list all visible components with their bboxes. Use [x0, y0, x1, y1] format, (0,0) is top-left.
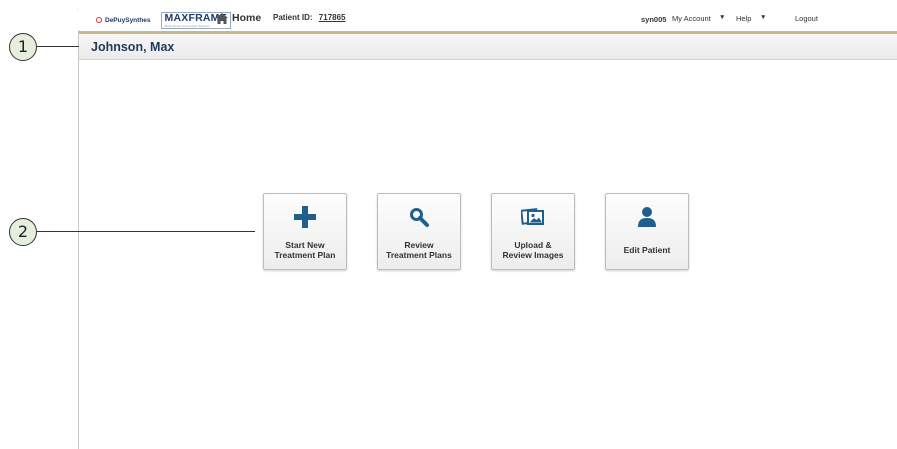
review-treatment-plans-button[interactable]: Review Treatment Plans: [377, 193, 461, 270]
callout-1: 1: [9, 33, 37, 61]
callout-2: 2: [9, 218, 37, 246]
callout-1-leader-line: [37, 46, 79, 48]
depuy-synthes-logo: DePuySynthes: [96, 17, 151, 24]
callout-2-leader-line: [37, 231, 255, 233]
product-tagline: Multi-Axial Correction System: [164, 23, 210, 28]
patient-name: Johnson, Max: [91, 40, 175, 54]
patient-header-bar: Johnson, Max: [79, 34, 897, 60]
images-icon: [521, 208, 544, 225]
home-label: Home: [232, 12, 262, 24]
my-account-dropdown-icon[interactable]: ▼: [719, 14, 725, 21]
start-new-treatment-plan-label: Start New Treatment Plan: [274, 240, 336, 260]
logout-link[interactable]: Logout: [795, 14, 818, 23]
upload-review-images-button[interactable]: Upload & Review Images: [491, 193, 575, 270]
home-icon: [216, 12, 228, 24]
patient-id-label: Patient ID:: [273, 13, 313, 22]
upload-review-images-label: Upload & Review Images: [502, 240, 564, 260]
edit-patient-button[interactable]: Edit Patient: [605, 193, 689, 270]
depuy-synthes-mark-icon: [96, 17, 102, 24]
company-name: DePuySynthes: [105, 16, 151, 24]
username: syn005: [641, 15, 667, 24]
search-icon: [410, 208, 429, 227]
patient-id: Patient ID: 717865: [273, 13, 346, 22]
help-link[interactable]: Help: [736, 14, 751, 23]
review-treatment-plans-label: Review Treatment Plans: [386, 240, 452, 260]
my-account-link[interactable]: My Account: [672, 14, 711, 23]
edit-patient-label: Edit Patient: [623, 245, 671, 255]
person-icon: [638, 207, 656, 227]
brand-logos: DePuySynthes MAXFRAME Multi-Axial Correc…: [96, 12, 231, 29]
plus-icon: [294, 206, 316, 228]
start-new-treatment-plan-button[interactable]: Start New Treatment Plan: [263, 193, 347, 270]
home-link[interactable]: Home: [216, 12, 261, 24]
left-border-line: [78, 30, 79, 449]
help-dropdown-icon[interactable]: ▼: [760, 14, 766, 21]
patient-id-value[interactable]: 717865: [319, 13, 346, 22]
